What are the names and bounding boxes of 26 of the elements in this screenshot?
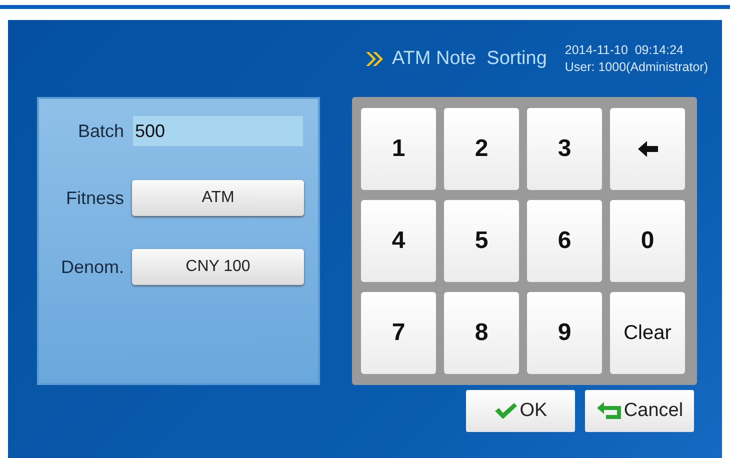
field-label: Denom. [60,256,124,278]
digit-key[interactable]: 3 [527,108,602,190]
digit-key[interactable]: 1 [361,108,436,190]
digit-key[interactable]: 7 [361,292,436,374]
digit-key[interactable]: 6 [527,200,602,282]
digit-key[interactable]: 0 [610,200,685,282]
option-button[interactable]: CNY 100 [132,249,304,285]
field-label: Batch [78,120,124,142]
option-button[interactable]: ATM [132,180,304,216]
left-arrow-icon [636,140,658,158]
clear-key[interactable]: Clear [610,292,685,374]
return-arrow-icon [596,402,622,420]
digit-key[interactable]: 8 [444,292,519,374]
ok-button[interactable]: OK [466,390,575,432]
digit-key[interactable]: 9 [527,292,602,374]
batch-field[interactable]: 500 [132,115,304,147]
digit-key[interactable]: 5 [444,200,519,282]
screen-title: ATM Note Sorting [392,48,547,70]
backspace-key[interactable] [610,108,685,190]
date-time: 2014-11-10 09:14:24 [564,42,685,58]
digit-key[interactable]: 4 [361,200,436,282]
cancel-button[interactable]: Cancel [585,390,694,432]
field-label: Fitness [66,188,124,208]
digit-key[interactable]: 2 [444,108,519,190]
user-label: User: 1000(Administrator) [564,58,708,76]
checkmark-icon [494,402,518,420]
